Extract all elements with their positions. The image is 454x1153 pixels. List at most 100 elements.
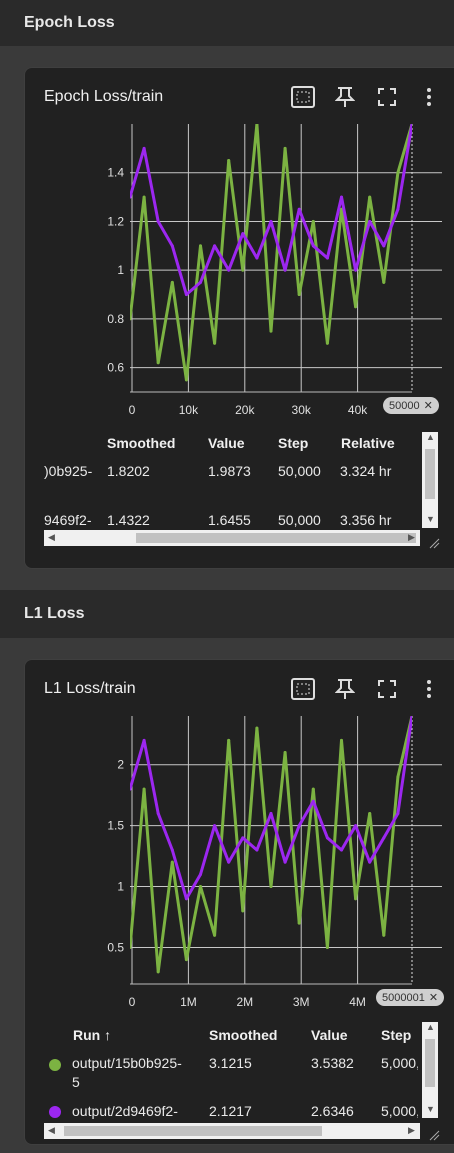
data-point: [130, 787, 132, 791]
data-point: [283, 268, 287, 272]
x-tick-label: 0: [129, 995, 136, 1009]
horizontal-scrollbar[interactable]: ◀ ▶: [44, 530, 420, 546]
x-tick-label: 40k: [348, 403, 368, 417]
run-color-dot: [49, 1059, 61, 1071]
data-point: [297, 293, 301, 297]
data-point: [255, 124, 259, 126]
series-line[interactable]: [130, 716, 412, 974]
column-header-run[interactable]: Run ↑: [73, 1027, 111, 1043]
scrollbar-thumb[interactable]: [425, 1039, 435, 1087]
data-point: [130, 317, 132, 321]
data-point: [354, 305, 358, 309]
run-color-dot: [49, 1106, 61, 1118]
scroll-up-icon[interactable]: ▲: [426, 432, 435, 442]
close-icon[interactable]: ✕: [429, 991, 438, 1004]
column-header-relative[interactable]: Relative: [341, 435, 395, 451]
section-header-l1-loss[interactable]: L1 Loss: [0, 590, 454, 638]
pin-icon[interactable]: [330, 674, 360, 704]
data-point: [156, 361, 160, 365]
fit-domain-icon[interactable]: [288, 82, 318, 112]
pin-icon[interactable]: [330, 82, 360, 112]
x-tick-label: 0: [129, 403, 136, 417]
column-header-value[interactable]: Value: [208, 435, 245, 451]
x-tick-label: 4M: [349, 995, 366, 1009]
scroll-right-icon[interactable]: ▶: [408, 532, 415, 543]
data-point: [130, 945, 132, 949]
data-point: [142, 146, 146, 150]
horizontal-scrollbar[interactable]: ◀ ▶: [44, 1123, 420, 1139]
data-point: [184, 293, 188, 297]
value: 1.6455: [208, 512, 251, 528]
data-point: [199, 872, 202, 876]
column-header-step[interactable]: Step: [278, 435, 308, 451]
y-tick-label: 1: [117, 880, 124, 894]
x-tick-label: 3M: [293, 995, 310, 1009]
column-header-value[interactable]: Value: [311, 1027, 348, 1043]
scrollbar-thumb[interactable]: [136, 533, 416, 543]
x-tick-label: 1M: [180, 995, 197, 1009]
resize-handle-icon[interactable]: [428, 536, 440, 549]
scroll-down-icon[interactable]: ▼: [426, 1104, 435, 1114]
step-value: 5000001: [382, 991, 425, 1004]
data-point: [410, 716, 412, 718]
column-header-smoothed[interactable]: Smoothed: [107, 435, 175, 451]
data-point: [283, 751, 287, 755]
step-selector-chip[interactable]: 5000001 ✕: [376, 989, 445, 1006]
scroll-left-icon[interactable]: ◀: [48, 532, 55, 543]
column-header-smoothed[interactable]: Smoothed: [209, 1027, 277, 1043]
data-point: [213, 244, 217, 248]
scroll-left-icon[interactable]: ◀: [48, 1125, 55, 1136]
data-point: [382, 280, 386, 284]
y-tick-label: 1.5: [107, 819, 124, 833]
fullscreen-icon[interactable]: [372, 674, 402, 704]
step-value: 50000: [389, 399, 420, 412]
scrollbar-thumb[interactable]: [64, 1126, 322, 1136]
data-point: [142, 195, 146, 199]
data-point: [227, 738, 231, 742]
card-title: L1 Loss/train: [44, 680, 136, 697]
data-point: [297, 824, 301, 828]
y-tick-label: 1.4: [107, 166, 124, 180]
close-icon[interactable]: ✕: [424, 399, 433, 412]
data-point: [311, 219, 315, 223]
data-point: [368, 219, 372, 223]
data-point: [368, 195, 372, 199]
smoothed-value: 1.4322: [107, 512, 150, 528]
data-point: [156, 219, 160, 223]
column-header-step[interactable]: Step: [381, 1027, 411, 1043]
line-chart-epoch-loss[interactable]: 1.4 1.2 1 0.8 0.6 0 10k 20k 30k 40k: [60, 120, 454, 420]
series-line[interactable]: [130, 124, 412, 382]
vertical-scrollbar[interactable]: ▲ ▼: [422, 1022, 438, 1118]
y-tick-label: 2: [117, 758, 124, 772]
data-point: [130, 195, 132, 199]
more-options-icon[interactable]: [414, 674, 444, 704]
data-point: [213, 824, 217, 828]
more-options-icon[interactable]: [414, 82, 444, 112]
scroll-right-icon[interactable]: ▶: [408, 1125, 415, 1136]
step-selector-chip[interactable]: 50000 ✕: [383, 397, 439, 414]
series-line[interactable]: [130, 124, 412, 297]
data-point: [241, 232, 245, 236]
line-chart-l1-loss[interactable]: 2 1.5 1 0.5 0 1M 2M 3M 4M: [60, 712, 454, 1012]
data-point: [255, 848, 259, 852]
relative-time: 3.324 hr: [340, 463, 392, 479]
data-point: [170, 860, 174, 864]
data-point: [184, 958, 188, 962]
data-point: [156, 811, 160, 815]
resize-handle-icon[interactable]: [428, 1128, 440, 1141]
vertical-scrollbar[interactable]: ▲ ▼: [422, 432, 438, 528]
scrollbar-thumb[interactable]: [425, 449, 435, 499]
section-header-epoch-loss[interactable]: Epoch Loss: [0, 0, 454, 46]
fullscreen-icon[interactable]: [372, 82, 402, 112]
data-point: [227, 268, 231, 272]
scroll-up-icon[interactable]: ▲: [426, 1022, 435, 1032]
data-point: [396, 171, 400, 175]
data-point: [297, 207, 301, 211]
data-point: [199, 280, 202, 284]
data-point: [354, 268, 358, 272]
card-title: Epoch Loss/train: [44, 88, 164, 105]
data-point: [340, 848, 343, 852]
fit-domain-icon[interactable]: [288, 674, 318, 704]
scroll-down-icon[interactable]: ▼: [426, 514, 435, 524]
y-tick-label: 0.8: [107, 312, 124, 326]
